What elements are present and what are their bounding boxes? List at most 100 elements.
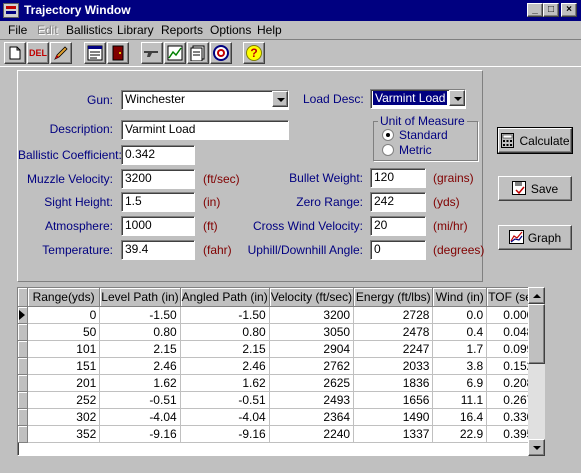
table-row[interactable]: 101 2.15 2.15 2904 2247 1.7 0.0995 — [18, 340, 544, 358]
table-row[interactable]: 151 2.46 2.46 2762 2033 3.8 0.1528 — [18, 357, 544, 375]
scroll-up-button[interactable] — [528, 287, 545, 304]
help-button[interactable]: ? — [243, 42, 265, 64]
column-header-wind[interactable]: Wind (in) — [432, 288, 488, 307]
table-cell[interactable]: 22.9 — [432, 425, 488, 443]
table-cell[interactable]: 1656 — [353, 391, 434, 409]
table-cell[interactable]: 3050 — [269, 323, 355, 341]
table-cell[interactable]: 201 — [27, 374, 101, 392]
table-cell[interactable]: 0.4 — [432, 323, 488, 341]
table-cell[interactable]: 352 — [27, 425, 101, 443]
table-cell[interactable]: -1.50 — [99, 306, 181, 324]
menu-ballistics[interactable]: Ballistics — [66, 23, 113, 37]
row-selector[interactable] — [18, 408, 28, 426]
menu-help[interactable]: Help — [257, 23, 282, 37]
table-row[interactable]: 50 0.80 0.80 3050 2478 0.4 0.0488 — [18, 323, 544, 341]
table-cell[interactable]: 2493 — [269, 391, 355, 409]
gun-dropdown-button[interactable] — [272, 91, 288, 107]
edit-button[interactable] — [50, 42, 72, 64]
table-cell[interactable]: 1.62 — [99, 374, 181, 392]
row-selector[interactable] — [18, 425, 28, 443]
column-header-energy[interactable]: Energy (ft/lbs) — [353, 288, 434, 307]
scroll-thumb[interactable] — [528, 304, 545, 364]
radio-metric[interactable]: Metric — [382, 143, 432, 157]
trajectory-table[interactable]: Range(yds) Level Path (in) Angled Path (… — [17, 287, 545, 456]
menu-edit[interactable]: Edit — [37, 23, 58, 37]
ballistic-coefficient-input[interactable]: 0.342 — [121, 145, 195, 165]
table-cell[interactable]: 2033 — [353, 357, 434, 375]
row-selector[interactable] — [18, 374, 28, 392]
table-cell[interactable]: 11.1 — [432, 391, 488, 409]
chart-button[interactable] — [164, 42, 186, 64]
zero-range-input[interactable]: 242 — [370, 192, 426, 212]
temperature-input[interactable]: 39.4 — [121, 240, 195, 260]
column-header-velocity[interactable]: Velocity (ft/sec) — [269, 288, 355, 307]
table-cell[interactable]: 0 — [27, 306, 101, 324]
table-cell[interactable]: 302 — [27, 408, 101, 426]
table-cell[interactable]: 2478 — [353, 323, 434, 341]
save-button[interactable]: Save — [498, 176, 572, 201]
close-button[interactable]: × — [561, 3, 577, 17]
table-cell[interactable]: 151 — [27, 357, 101, 375]
table-cell[interactable]: 1836 — [353, 374, 434, 392]
table-cell[interactable]: 2.46 — [180, 357, 270, 375]
scroll-down-button[interactable] — [528, 439, 545, 456]
table-cell[interactable]: 101 — [27, 340, 101, 358]
table-cell[interactable]: 3200 — [269, 306, 355, 324]
table-cell[interactable]: 16.4 — [432, 408, 488, 426]
table-cell[interactable]: 1.7 — [432, 340, 488, 358]
gun-select[interactable]: Winchester — [121, 90, 289, 110]
target-button[interactable] — [210, 42, 232, 64]
atmosphere-input[interactable]: 1000 — [121, 216, 195, 236]
sight-height-input[interactable]: 1.5 — [121, 192, 195, 212]
new-button[interactable] — [4, 42, 26, 64]
radio-metric-indicator[interactable] — [382, 144, 394, 156]
table-cell[interactable]: 2.15 — [99, 340, 181, 358]
uphill-downhill-input[interactable]: 0 — [370, 240, 426, 260]
table-row[interactable]: 0 -1.50 -1.50 3200 2728 0.0 0.0000 — [18, 306, 544, 324]
table-row[interactable]: 352 -9.16 -9.16 2240 1337 22.9 0.3956 — [18, 425, 544, 443]
description-input[interactable]: Varmint Load — [121, 120, 289, 140]
table-cell[interactable]: -0.51 — [180, 391, 270, 409]
column-header-angled-path[interactable]: Angled Path (in) — [180, 288, 270, 307]
table-cell[interactable]: -4.04 — [180, 408, 270, 426]
delete-button[interactable]: DEL — [27, 42, 49, 64]
table-cell[interactable]: 2240 — [269, 425, 355, 443]
table-cell[interactable]: 3.8 — [432, 357, 488, 375]
table-cell[interactable]: -4.04 — [99, 408, 181, 426]
table-cell[interactable]: 1337 — [353, 425, 434, 443]
column-header-level-path[interactable]: Level Path (in) — [99, 288, 181, 307]
table-cell[interactable]: 0.0 — [432, 306, 488, 324]
row-selector[interactable] — [18, 340, 28, 358]
row-selector[interactable] — [18, 306, 28, 324]
table-cell[interactable]: -9.16 — [180, 425, 270, 443]
minimize-button[interactable]: _ — [527, 3, 543, 17]
table-cell[interactable]: 252 — [27, 391, 101, 409]
load-desc-select[interactable]: Varmint Load — [370, 89, 466, 109]
table-row[interactable]: 252 -0.51 -0.51 2493 1656 11.1 0.2679 — [18, 391, 544, 409]
table-cell[interactable]: 6.9 — [432, 374, 488, 392]
column-header-range[interactable]: Range(yds) — [27, 288, 101, 307]
table-cell[interactable]: 0.80 — [99, 323, 181, 341]
vertical-scrollbar[interactable] — [528, 287, 545, 456]
table-cell[interactable]: -0.51 — [99, 391, 181, 409]
row-selector[interactable] — [18, 391, 28, 409]
table-cell[interactable]: 2762 — [269, 357, 355, 375]
table-cell[interactable]: 2247 — [353, 340, 434, 358]
form-button[interactable] — [84, 42, 106, 64]
table-cell[interactable]: 2728 — [353, 306, 434, 324]
table-cell[interactable]: 2.15 — [180, 340, 270, 358]
cross-wind-input[interactable]: 20 — [370, 216, 426, 236]
table-cell[interactable]: 2.46 — [99, 357, 181, 375]
table-row[interactable]: 302 -4.04 -4.04 2364 1490 16.4 0.3300 — [18, 408, 544, 426]
table-cell[interactable]: 2364 — [269, 408, 355, 426]
row-selector[interactable] — [18, 357, 28, 375]
exit-door-button[interactable] — [107, 42, 129, 64]
load-desc-dropdown-button[interactable] — [449, 90, 465, 106]
graph-button[interactable]: Graph — [498, 225, 572, 250]
table-cell[interactable]: -1.50 — [180, 306, 270, 324]
radio-standard[interactable]: Standard — [382, 128, 448, 142]
menu-file[interactable]: File — [8, 23, 27, 37]
table-row[interactable]: 201 1.62 1.62 2625 1836 6.9 0.2089 — [18, 374, 544, 392]
menu-options[interactable]: Options — [210, 23, 251, 37]
menu-library[interactable]: Library — [117, 23, 154, 37]
